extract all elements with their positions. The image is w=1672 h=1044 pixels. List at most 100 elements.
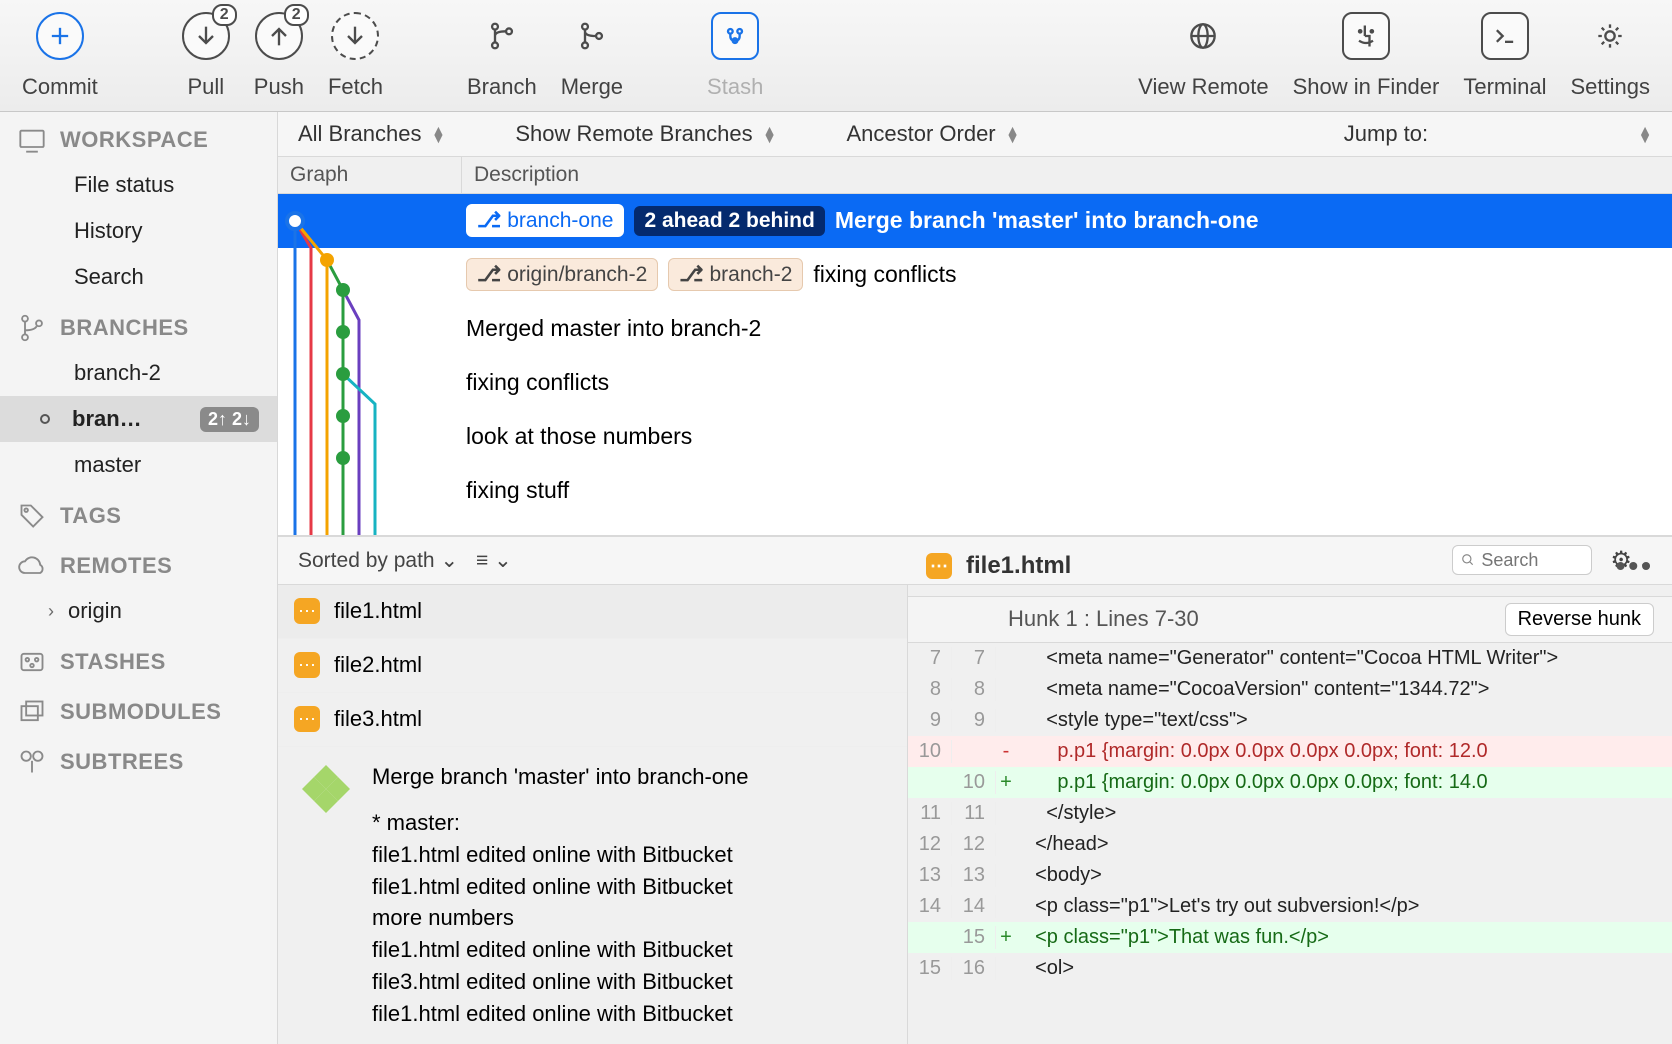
push-button[interactable]: 2 Push <box>242 8 316 100</box>
sidebar-branch-item[interactable]: master <box>0 442 277 488</box>
diff-line[interactable]: 15+ <p class="p1">That was fun.</p> <box>908 922 1672 953</box>
order-filter[interactable]: Ancestor Order▲▼ <box>846 121 1019 147</box>
branch-tag[interactable]: ⎇ branch-2 <box>668 258 803 291</box>
branch-scope-filter[interactable]: All Branches▲▼ <box>298 121 445 147</box>
commit-button[interactable]: Commit <box>10 8 110 100</box>
diff-line[interactable]: 10- p.p1 {margin: 0.0px 0.0px 0.0px 0.0p… <box>908 736 1672 767</box>
jump-to[interactable]: Jump to:▲▼ <box>1344 121 1652 147</box>
commit-title: Merge branch 'master' into branch-one <box>372 761 748 793</box>
pull-badge: 2 <box>212 4 237 26</box>
commit-message: Merge branch 'master' into branch-one <box>835 207 1259 234</box>
branch-icon: ⎇ <box>679 262 703 287</box>
more-icon[interactable]: ••• <box>1616 550 1654 582</box>
stepper-icon: ▲▼ <box>763 126 777 142</box>
pull-button[interactable]: 2 Pull <box>170 8 242 100</box>
sidebar-item-history[interactable]: History <box>0 208 277 254</box>
file-modified-icon: ⋯ <box>294 652 320 678</box>
commit-row[interactable]: look at those numbers <box>278 410 1672 464</box>
sidebar-section-stashes[interactable]: STASHES <box>0 634 277 684</box>
commit-row[interactable]: ⎇ branch-one2 ahead 2 behindMerge branch… <box>278 194 1672 248</box>
commit-body-line: * master: <box>372 807 748 839</box>
sidebar-section-tags[interactable]: TAGS <box>0 488 277 538</box>
commit-body-line: more numbers <box>372 902 748 934</box>
file-row[interactable]: ⋯file2.html <box>278 639 907 693</box>
code-content: <ol> <box>1016 957 1672 980</box>
filter-bar: All Branches▲▼ Show Remote Branches▲▼ An… <box>278 112 1672 157</box>
fetch-button[interactable]: Fetch <box>316 8 395 100</box>
stash-button[interactable]: Stash <box>695 8 775 100</box>
line-number-old: 10 <box>908 740 952 763</box>
line-number-new: 9 <box>952 709 996 732</box>
settings-button[interactable]: Settings <box>1559 8 1663 100</box>
column-graph[interactable]: Graph <box>278 157 462 193</box>
diff-line[interactable]: 10+ p.p1 {margin: 0.0px 0.0px 0.0px 0.0p… <box>908 767 1672 798</box>
commit-row[interactable]: Merged master into branch-2 <box>278 302 1672 356</box>
sidebar-section-submodules[interactable]: SUBMODULES <box>0 684 277 734</box>
diff-line[interactable]: 88 <meta name="CocoaVersion" content="13… <box>908 674 1672 705</box>
commit-message: Merge branch 'master' into branch-one * … <box>278 747 907 1044</box>
diff-line[interactable]: 1516 <ol> <box>908 953 1672 984</box>
line-number-new: 15 <box>952 926 996 949</box>
commit-body-line: file3.html edited online with Bitbucket <box>372 966 748 998</box>
column-headers: Graph Description <box>278 157 1672 194</box>
line-number-new: 13 <box>952 864 996 887</box>
stepper-icon: ▲▼ <box>1006 126 1020 142</box>
sidebar: WORKSPACE File status History Search BRA… <box>0 112 278 1044</box>
main-toolbar: Commit 2 Pull 2 Push Fetch Branch Merge … <box>0 0 1672 112</box>
commit-body-line: file1.html edited online with Bitbucket <box>372 998 748 1030</box>
branch-button[interactable]: Branch <box>455 8 549 100</box>
line-number-new: 10 <box>952 771 996 794</box>
file-list-pane: Sorted by path ⌄ ≡ ⌄ ⚙︎ ⌄ ⋯file1.html⋯fi… <box>278 537 908 1044</box>
diff-line[interactable]: 77 <meta name="Generator" content="Cocoa… <box>908 643 1672 674</box>
commit-message: fixing conflicts <box>813 261 956 288</box>
remote-branches-toggle[interactable]: Show Remote Branches▲▼ <box>515 121 776 147</box>
sidebar-section-subtrees[interactable]: SUBTREES <box>0 734 277 784</box>
show-in-finder-button[interactable]: Show in Finder <box>1281 8 1452 100</box>
commit-row[interactable]: fixing stuff <box>278 464 1672 518</box>
merge-icon <box>568 12 616 60</box>
sidebar-section-branches[interactable]: BRANCHES <box>0 300 277 350</box>
file-row[interactable]: ⋯file1.html <box>278 585 907 639</box>
diff-line[interactable]: 1313 <body> <box>908 860 1672 891</box>
sort-button[interactable]: Sorted by path ⌄ <box>298 548 458 573</box>
diff-line[interactable]: 1212 </head> <box>908 829 1672 860</box>
line-number-new: 11 <box>952 802 996 825</box>
terminal-button[interactable]: Terminal <box>1451 8 1558 100</box>
commit-row[interactable]: ⎇ origin/branch-2 ⎇ branch-2 fixing confli… <box>278 248 1672 302</box>
reverse-hunk-button[interactable]: Reverse hunk <box>1505 603 1654 636</box>
globe-icon <box>1179 12 1227 60</box>
file-row[interactable]: ⋯file3.html <box>278 693 907 747</box>
branch-tag[interactable]: ⎇ origin/branch-2 <box>466 258 658 291</box>
branch-name: bran… <box>72 406 142 432</box>
line-number-old: 7 <box>908 647 952 670</box>
sidebar-branch-item[interactable]: bran…2↑ 2↓ <box>0 396 277 442</box>
commit-body-line: file1.html edited online with Bitbucket <box>372 871 748 903</box>
branch-name: branch-2 <box>74 360 161 386</box>
sidebar-item-file-status[interactable]: File status <box>0 162 277 208</box>
diff-line[interactable]: 1111 </style> <box>908 798 1672 829</box>
sidebar-section-remotes[interactable]: REMOTES <box>0 538 277 588</box>
sidebar-branch-item[interactable]: branch-2 <box>0 350 277 396</box>
commit-row[interactable]: fixing conflicts <box>278 356 1672 410</box>
sidebar-section-workspace[interactable]: WORKSPACE <box>0 112 277 162</box>
cloud-icon <box>18 552 46 580</box>
line-number-old: 13 <box>908 864 952 887</box>
branch-tag[interactable]: ⎇ branch-one <box>466 204 624 237</box>
view-mode-button[interactable]: ≡ ⌄ <box>476 548 512 573</box>
line-number-new: 16 <box>952 957 996 980</box>
view-remote-button[interactable]: View Remote <box>1126 8 1280 100</box>
sidebar-item-search[interactable]: Search <box>0 254 277 300</box>
fetch-icon <box>331 12 379 60</box>
branch-icon <box>18 314 46 342</box>
column-description[interactable]: Description <box>462 157 1672 193</box>
commit-message: fixing conflicts <box>466 369 609 396</box>
monitor-icon <box>18 126 46 154</box>
merge-button[interactable]: Merge <box>549 8 635 100</box>
sidebar-item-origin[interactable]: ›origin <box>0 588 277 634</box>
line-number-new: 7 <box>952 647 996 670</box>
line-number-old: 12 <box>908 833 952 856</box>
stash-icon <box>711 12 759 60</box>
code-content: <meta name="Generator" content="Cocoa HT… <box>1016 647 1672 670</box>
diff-line[interactable]: 1414 <p class="p1">Let's try out subvers… <box>908 891 1672 922</box>
diff-line[interactable]: 99 <style type="text/css"> <box>908 705 1672 736</box>
